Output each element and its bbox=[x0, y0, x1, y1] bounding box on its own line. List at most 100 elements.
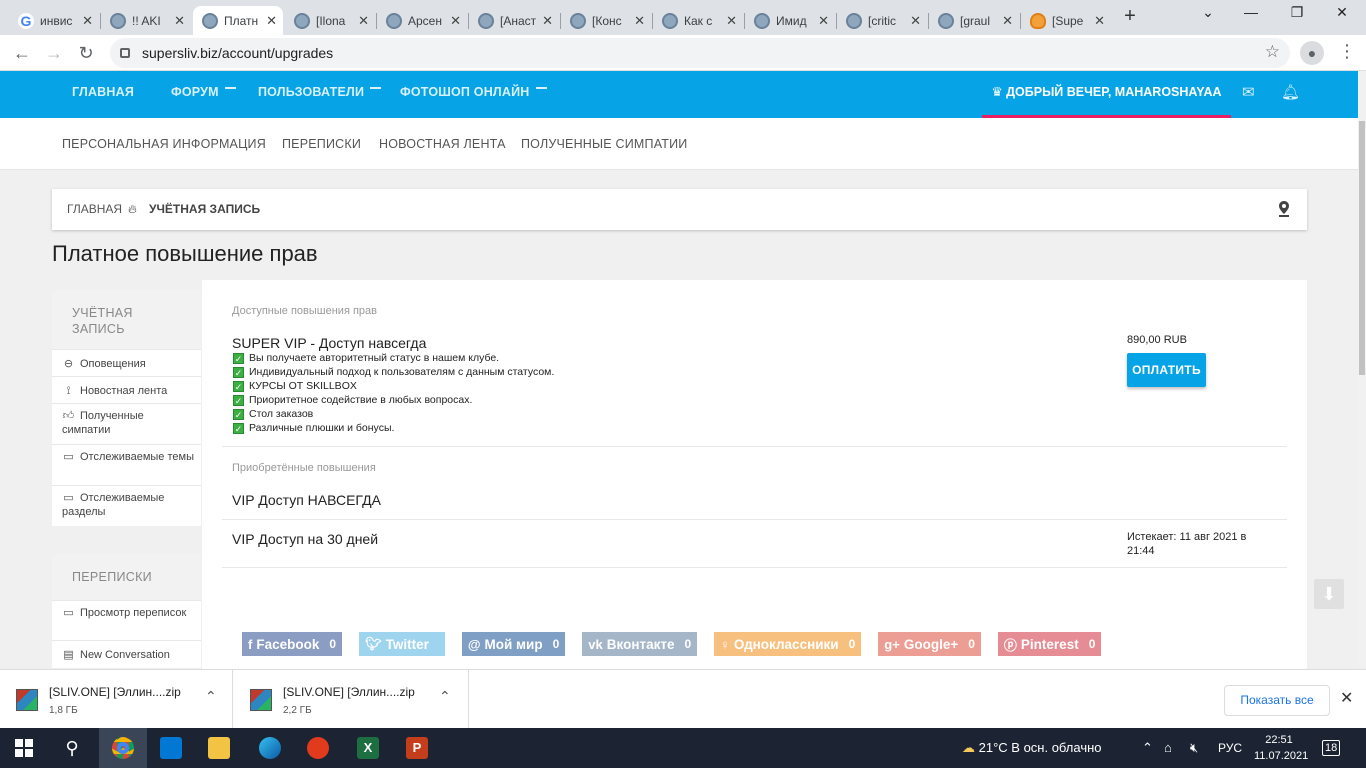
language-indicator[interactable]: РУС bbox=[1218, 728, 1242, 768]
sidebar-item-news-feed[interactable]: ⟟ Новостная лента bbox=[52, 376, 201, 403]
share-facebook-button[interactable]: f Facebook 0 bbox=[242, 632, 343, 656]
search-icon[interactable]: ⚲ bbox=[48, 728, 96, 768]
browser-tab-5[interactable]: Арсен ✕ bbox=[377, 6, 467, 35]
bookmark-star-icon[interactable]: ☆ bbox=[1265, 42, 1280, 62]
share-vk-button[interactable]: vk Вконтакте 0 bbox=[582, 632, 698, 656]
chrome-taskbar-icon[interactable] bbox=[99, 728, 147, 768]
sidebar-item-alerts[interactable]: ⊖ Оповещения bbox=[52, 349, 201, 376]
nav-forum[interactable]: ФОРУМ bbox=[171, 71, 236, 118]
pay-button[interactable]: ОПЛАТИТЬ bbox=[1127, 353, 1206, 387]
close-icon[interactable]: ✕ bbox=[818, 13, 829, 29]
edge-icon[interactable] bbox=[246, 728, 294, 768]
fire-icon: 🔥︎ bbox=[128, 202, 137, 216]
network-icon[interactable]: ⌂ bbox=[1164, 728, 1172, 768]
menu-kebab-icon[interactable]: ⋮ bbox=[1338, 41, 1356, 62]
browser-tab-4[interactable]: [Ilona ✕ bbox=[285, 6, 375, 35]
page-scrollbar[interactable] bbox=[1358, 71, 1366, 668]
share-pinterest-button[interactable]: ⓟ Pinterest 0 bbox=[997, 632, 1102, 656]
checkbox-checked-icon: ✓ bbox=[233, 366, 244, 378]
browser-tab-2[interactable]: !! AKI ✕ bbox=[101, 6, 191, 35]
close-icon[interactable]: ✕ bbox=[358, 13, 369, 29]
address-bar[interactable]: supersliv.biz/account/upgrades ☆ bbox=[110, 38, 1290, 68]
nav-photoshop[interactable]: ФОТОШОП ОНЛАЙН bbox=[400, 71, 547, 118]
minimize-icon[interactable]: — bbox=[1236, 4, 1266, 20]
mail-icon[interactable]: ✉ bbox=[1242, 83, 1255, 101]
location-pin-icon[interactable] bbox=[1278, 201, 1290, 217]
close-icon[interactable]: ✕ bbox=[266, 13, 277, 29]
mail-app-icon[interactable] bbox=[147, 728, 195, 768]
browser-tab-3[interactable]: Платн ✕ bbox=[193, 6, 283, 35]
account-subnav: ПЕРСОНАЛЬНАЯ ИНФОРМАЦИЯ ПЕРЕПИСКИ НОВОСТ… bbox=[0, 118, 1358, 170]
excel-icon[interactable]: X bbox=[344, 728, 392, 768]
close-icon[interactable]: ✕ bbox=[82, 13, 93, 29]
subnav-likes[interactable]: ПОЛУЧЕННЫЕ СИМПАТИИ bbox=[521, 118, 687, 170]
browser-tab-6[interactable]: [Анаст ✕ bbox=[469, 6, 559, 35]
browser-tab-1[interactable]: Gинвис ✕ bbox=[9, 6, 99, 35]
powerpoint-icon[interactable]: P bbox=[393, 728, 441, 768]
back-icon[interactable]: ← bbox=[11, 42, 33, 64]
show-all-downloads-button[interactable]: Показать все bbox=[1224, 685, 1330, 716]
subnav-personal-info[interactable]: ПЕРСОНАЛЬНАЯ ИНФОРМАЦИЯ bbox=[62, 118, 266, 170]
nav-users[interactable]: ПОЛЬЗОВАТЕЛИ bbox=[258, 71, 382, 118]
browser-tab-10[interactable]: [critic ✕ bbox=[837, 6, 927, 35]
reload-icon[interactable]: ↻ bbox=[75, 42, 97, 64]
new-tab-button[interactable]: + bbox=[1120, 5, 1140, 29]
volume-muted-icon[interactable]: 🔇︎ bbox=[1190, 728, 1198, 768]
sidebar-item-watched-threads[interactable]: ▭ Отслеживаемые темы bbox=[52, 444, 201, 485]
nav-home[interactable]: ГЛАВНАЯ bbox=[72, 71, 134, 118]
subnav-conversations[interactable]: ПЕРЕПИСКИ bbox=[282, 118, 361, 170]
scrollbar-thumb[interactable] bbox=[1359, 121, 1365, 375]
close-icon[interactable]: ✕ bbox=[542, 13, 553, 29]
weather-widget[interactable]: ☁ 21°C В осн. облачно bbox=[962, 728, 1102, 768]
chevron-up-icon[interactable]: ⌃ bbox=[205, 688, 217, 705]
site-icon bbox=[846, 12, 862, 29]
browser-tab-11[interactable]: [graul ✕ bbox=[929, 6, 1019, 35]
sidebar-item-likes[interactable]: 👍︎ Полученные симпатии bbox=[52, 403, 201, 444]
clock[interactable]: 22:51 11.07.2021 bbox=[1254, 732, 1308, 764]
restore-icon[interactable]: ❐ bbox=[1282, 4, 1312, 21]
subnav-news-feed[interactable]: НОВОСТНАЯ ЛЕНТА bbox=[379, 118, 506, 170]
forward-icon[interactable]: → bbox=[43, 42, 65, 64]
notifications-icon[interactable]: 18 bbox=[1322, 728, 1341, 768]
chevron-up-icon[interactable]: ⌃ bbox=[439, 688, 451, 705]
close-download-bar-icon[interactable]: ✕ bbox=[1340, 688, 1353, 708]
close-icon[interactable]: ✕ bbox=[1002, 13, 1013, 29]
share-ok-button[interactable]: ♀ Одноклассники 0 bbox=[714, 632, 862, 656]
share-twitter-button[interactable]: 🐦︎ Twitter bbox=[359, 632, 445, 656]
bell-icon[interactable]: 🔔︎ bbox=[1281, 83, 1300, 101]
share-googleplus-button[interactable]: g+ Google+ 0 bbox=[878, 632, 981, 656]
sidebar-item-new-conversation[interactable]: ▤ New Conversation bbox=[52, 640, 201, 668]
taskbar: ⚲ X P ☁ 21°C В осн. облачно ⌃ ⌂ 🔇︎ РУС 2… bbox=[0, 728, 1366, 768]
breadcrumb-home[interactable]: ГЛАВНАЯ bbox=[67, 189, 122, 230]
close-icon[interactable]: ✕ bbox=[726, 13, 737, 29]
cloud-sun-icon: ☁ bbox=[962, 740, 979, 755]
sidebar-item-view-conversations[interactable]: ▭ Просмотр переписок bbox=[52, 600, 201, 640]
close-icon[interactable]: ✕ bbox=[634, 13, 645, 29]
browser-tab-12[interactable]: [Supe ✕ bbox=[1021, 6, 1111, 35]
browser-tab-8[interactable]: Как с ✕ bbox=[653, 6, 743, 35]
user-greeting[interactable]: ♛ ДОБРЫЙ ВЕЧЕР, MAHAROSHAYAA bbox=[982, 71, 1231, 118]
yandex-browser-icon[interactable] bbox=[294, 728, 342, 768]
site-icon bbox=[478, 12, 494, 29]
scroll-down-button[interactable]: ⬇ bbox=[1314, 579, 1344, 609]
close-icon[interactable]: ✕ bbox=[1094, 13, 1105, 29]
download-item-2[interactable]: [SLIV.ONE] [Эллин....zip 2,2 ГБ ⌃ bbox=[234, 670, 469, 729]
site-icon bbox=[570, 12, 586, 29]
message-icon: ▤ bbox=[63, 649, 74, 661]
sidebar-item-watched-forums[interactable]: ▭ Отслеживаемые разделы bbox=[52, 485, 201, 526]
download-item-1[interactable]: [SLIV.ONE] [Эллин....zip 1,8 ГБ ⌃ bbox=[0, 670, 233, 729]
close-icon[interactable]: ✕ bbox=[450, 13, 461, 29]
share-mymir-button[interactable]: @ Мой мир 0 bbox=[461, 632, 566, 656]
purchased-upgrade-30-days: VIP Доступ на 30 дней bbox=[232, 531, 379, 547]
windows-start-icon[interactable] bbox=[0, 728, 48, 768]
tray-chevron-icon[interactable]: ⌃ bbox=[1142, 728, 1153, 768]
close-icon[interactable]: ✕ bbox=[174, 13, 185, 29]
window-close-icon[interactable]: ✕ bbox=[1327, 4, 1357, 21]
purchased-upgrade-forever: VIP Доступ НАВСЕГДА bbox=[232, 492, 381, 508]
profile-avatar-icon[interactable]: ● bbox=[1300, 41, 1324, 65]
tab-search-icon[interactable]: ⌄ bbox=[1193, 4, 1223, 21]
browser-tab-7[interactable]: [Конс ✕ bbox=[561, 6, 651, 35]
browser-tab-9[interactable]: Имид ✕ bbox=[745, 6, 835, 35]
file-explorer-icon[interactable] bbox=[195, 728, 243, 768]
close-icon[interactable]: ✕ bbox=[910, 13, 921, 29]
